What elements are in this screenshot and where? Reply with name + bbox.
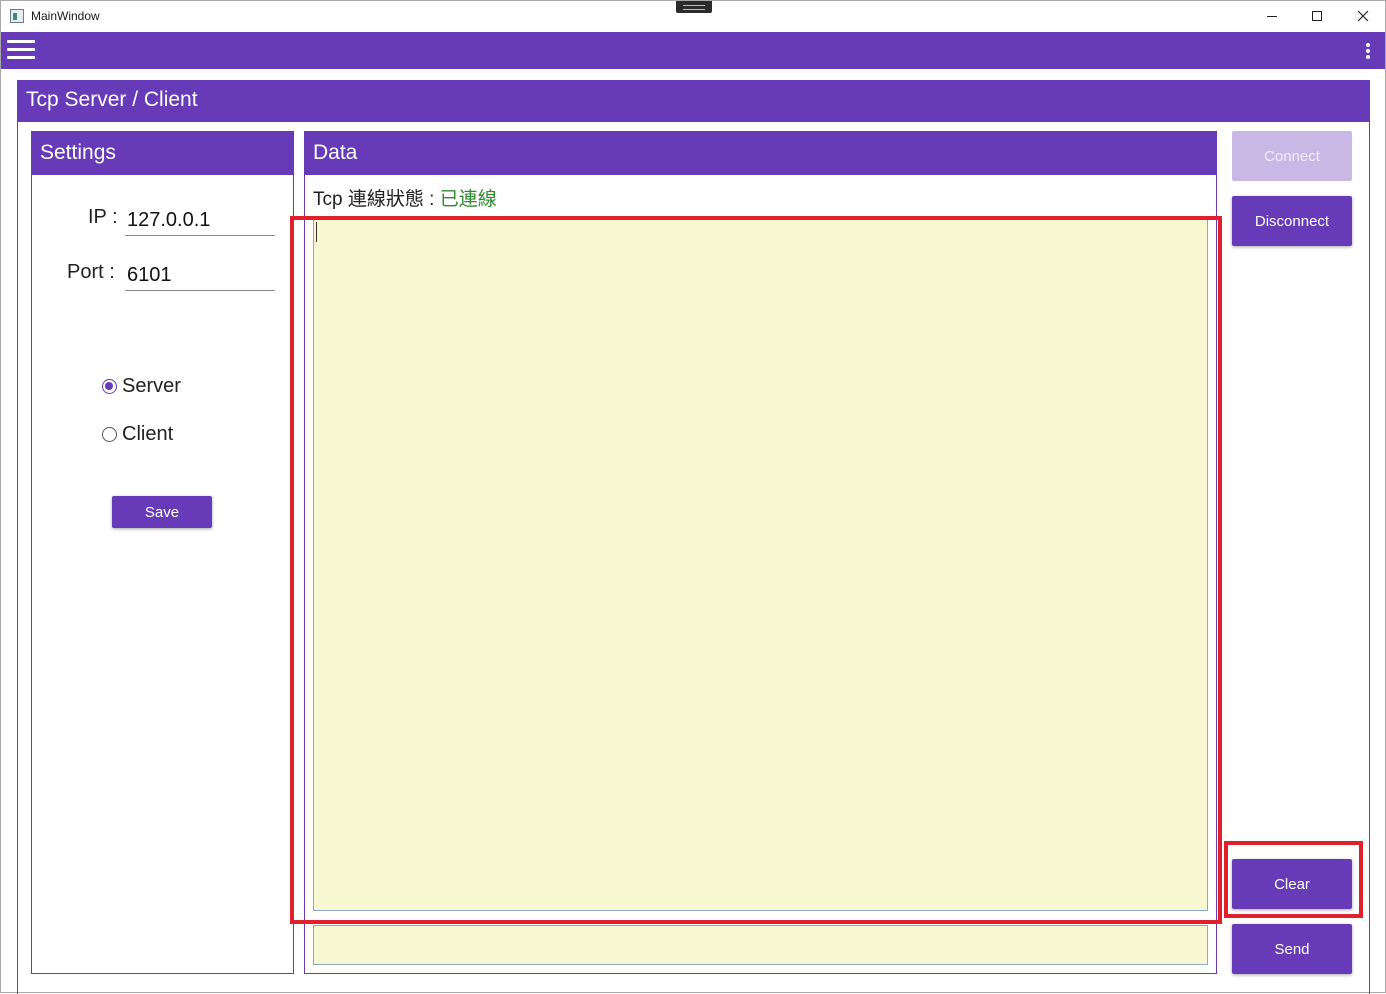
text-caret bbox=[316, 222, 317, 242]
send-data-textarea[interactable] bbox=[313, 925, 1208, 965]
app-bar bbox=[1, 32, 1385, 69]
maximize-icon bbox=[1312, 11, 1322, 21]
radio-checked-icon bbox=[102, 379, 117, 394]
received-data-textarea[interactable] bbox=[313, 218, 1208, 911]
data-panel: Data Tcp 連線狀態 : 已連線 bbox=[304, 131, 1217, 974]
window-title: MainWindow bbox=[31, 9, 100, 23]
snap-handle[interactable] bbox=[676, 1, 712, 13]
more-vertical-icon[interactable] bbox=[1361, 41, 1375, 61]
connection-status: Tcp 連線狀態 : 已連線 bbox=[313, 184, 497, 211]
ip-label: IP : bbox=[88, 206, 118, 228]
save-button[interactable]: Save bbox=[112, 496, 212, 528]
status-label: Tcp 連線狀態 : bbox=[313, 189, 435, 210]
minimize-icon bbox=[1267, 15, 1277, 17]
settings-title: Settings bbox=[32, 132, 293, 175]
radio-server[interactable]: Server bbox=[102, 375, 181, 398]
radio-client[interactable]: Client bbox=[102, 423, 173, 446]
connect-button[interactable]: Connect bbox=[1232, 131, 1352, 181]
title-bar: MainWindow bbox=[1, 1, 1385, 32]
settings-panel: Settings IP : Port : Server Client Save bbox=[31, 131, 294, 974]
page-title: Tcp Server / Client bbox=[18, 81, 1370, 122]
send-button[interactable]: Send bbox=[1232, 924, 1352, 974]
radio-server-label: Server bbox=[122, 375, 181, 397]
radio-client-label: Client bbox=[122, 423, 174, 445]
status-value: 已連線 bbox=[439, 189, 497, 210]
maximize-button[interactable] bbox=[1294, 1, 1340, 31]
radio-unchecked-icon bbox=[102, 427, 117, 442]
main-window: MainWindow Tcp Server / Client Settings … bbox=[0, 0, 1386, 994]
close-icon bbox=[1357, 10, 1369, 22]
ip-input[interactable] bbox=[125, 206, 275, 236]
disconnect-button[interactable]: Disconnect bbox=[1232, 196, 1352, 246]
close-button[interactable] bbox=[1340, 1, 1386, 31]
minimize-button[interactable] bbox=[1249, 1, 1295, 31]
data-title: Data bbox=[305, 132, 1216, 175]
hamburger-icon[interactable] bbox=[7, 40, 35, 60]
port-label: Port : bbox=[67, 261, 115, 283]
clear-button[interactable]: Clear bbox=[1232, 859, 1352, 909]
app-icon bbox=[10, 9, 24, 23]
port-input[interactable] bbox=[125, 261, 275, 291]
